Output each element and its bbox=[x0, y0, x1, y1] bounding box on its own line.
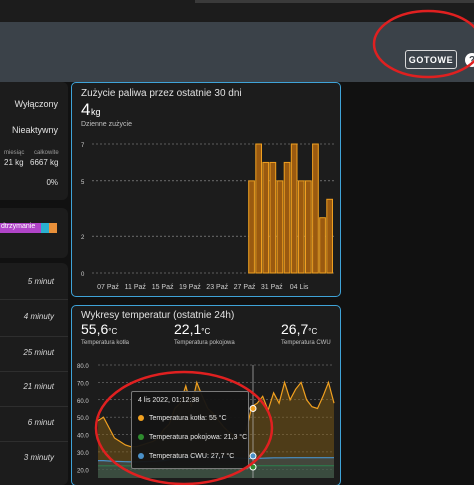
event-time: 21 minut bbox=[23, 382, 54, 391]
edit-header: GOTOWE ? bbox=[0, 22, 474, 82]
fuel-x-tick-label: 07 Paź bbox=[97, 284, 119, 291]
fuel-bar bbox=[297, 180, 305, 274]
temp-y-tick-label: 30.0 bbox=[77, 451, 89, 457]
fuel-bar bbox=[248, 180, 255, 274]
mode-bar-label: dtrzymanie bbox=[1, 223, 36, 230]
event-list-card: 5 minut 4 minuty 25 minut 21 minut 6 min… bbox=[0, 263, 68, 485]
divider bbox=[0, 441, 68, 442]
fuel-usage-card[interactable]: Zużycie paliwa przez ostatnie 30 dni 4 k… bbox=[71, 82, 341, 297]
mode-card: dtrzymanie bbox=[0, 208, 68, 258]
fuel-bar bbox=[262, 161, 270, 274]
top-strip bbox=[0, 0, 474, 22]
fuel-y-tick-label: 2 bbox=[81, 235, 85, 241]
chart-tooltip: 4 lis 2022, 01:12:38 Temperatura kotła: … bbox=[131, 391, 249, 469]
tooltip-cwu-value: 27,7 °C bbox=[210, 453, 235, 460]
tooltip-boiler-value: 55 °C bbox=[208, 415, 227, 422]
divider bbox=[0, 299, 68, 300]
status-inactive: Nieaktywny bbox=[11, 125, 58, 135]
temp-y-tick-label: 20.0 bbox=[77, 468, 89, 474]
temp-y-tick-label: 50.0 bbox=[77, 416, 89, 422]
room-hover-point bbox=[249, 463, 257, 471]
fuel-bar bbox=[326, 198, 334, 274]
event-time: 4 minuty bbox=[23, 312, 54, 321]
month-col-label: miesiąc bbox=[4, 150, 25, 156]
cwu-hover-point bbox=[249, 452, 257, 460]
status-off: Wyłączony bbox=[14, 99, 58, 109]
tooltip-cwu-label: Temperatura CWU: bbox=[149, 453, 209, 460]
done-button[interactable]: GOTOWE bbox=[405, 50, 457, 69]
tooltip-date: 4 lis 2022, 01:12:38 bbox=[138, 397, 200, 404]
total-col-label: całkowite bbox=[34, 150, 59, 156]
cwu-legend-dot bbox=[138, 453, 144, 459]
mode-bar-orange bbox=[49, 223, 57, 233]
tooltip-room-label: Temperatura pokojowa: bbox=[149, 434, 222, 441]
total-value: 6667 kg bbox=[30, 158, 59, 167]
fuel-x-tick-label: 04 Lis bbox=[290, 284, 309, 291]
fuel-x-tick-label: 11 Paź bbox=[125, 284, 147, 291]
tooltip-room-value: 21,3 °C bbox=[223, 434, 248, 441]
tooltip-boiler-label: Temperatura kotła: bbox=[149, 415, 207, 422]
event-time: 25 minut bbox=[23, 348, 54, 357]
fuel-y-tick-label: 0 bbox=[81, 272, 85, 278]
temp-y-tick-label: 40.0 bbox=[77, 434, 89, 440]
temp-y-tick-label: 70.0 bbox=[77, 381, 89, 387]
divider bbox=[0, 406, 68, 407]
tooltip-row-cwu: Temperatura CWU: 27,7 °C bbox=[138, 453, 234, 460]
divider bbox=[0, 336, 68, 337]
percent-value: 0% bbox=[46, 178, 58, 187]
room-legend-dot bbox=[138, 434, 144, 440]
event-time: 3 minuty bbox=[23, 453, 54, 462]
fuel-bar bbox=[255, 143, 263, 274]
fuel-bar bbox=[283, 161, 291, 274]
event-time: 6 minut bbox=[27, 418, 54, 427]
mode-bar-blue bbox=[41, 223, 49, 233]
fuel-y-tick-label: 5 bbox=[81, 180, 85, 186]
month-value: 21 kg bbox=[4, 158, 24, 167]
boiler-legend-dot bbox=[138, 415, 144, 421]
fuel-x-tick-label: 31 Paź bbox=[261, 284, 283, 291]
fuel-x-tick-label: 19 Paź bbox=[179, 284, 201, 291]
fuel-bar bbox=[305, 180, 312, 274]
event-time: 5 minut bbox=[27, 277, 54, 286]
fuel-bar bbox=[319, 217, 326, 274]
fuel-x-tick-label: 15 Paź bbox=[152, 284, 174, 291]
fuel-bar bbox=[312, 143, 319, 274]
divider bbox=[0, 371, 68, 372]
fuel-bar bbox=[276, 180, 284, 274]
fuel-bar-chart: 0 2 5 7 07 Paź 11 Paź 15 Paź 19 Paź 23 Paź 27 Paź… bbox=[81, 143, 334, 291]
fuel-bar bbox=[290, 143, 298, 274]
fuel-x-tick-label: 27 Paź bbox=[234, 284, 256, 291]
fuel-y-tick-label: 7 bbox=[81, 143, 85, 149]
help-icon[interactable]: ? bbox=[465, 53, 474, 67]
temp-y-tick-label: 80.0 bbox=[77, 364, 89, 370]
tooltip-row-boiler: Temperatura kotła: 55 °C bbox=[138, 415, 227, 422]
temp-y-tick-label: 60.0 bbox=[77, 399, 89, 405]
fuel-bar bbox=[269, 161, 277, 274]
tooltip-row-room: Temperatura pokojowa: 21,3 °C bbox=[138, 434, 247, 441]
fuel-x-tick-label: 23 Paź bbox=[206, 284, 228, 291]
boiler-hover-point bbox=[249, 404, 257, 412]
tab-indicator bbox=[195, 0, 474, 3]
heater-status-card: Wyłączony Nieaktywny miesiąc całkowite 2… bbox=[0, 82, 68, 200]
